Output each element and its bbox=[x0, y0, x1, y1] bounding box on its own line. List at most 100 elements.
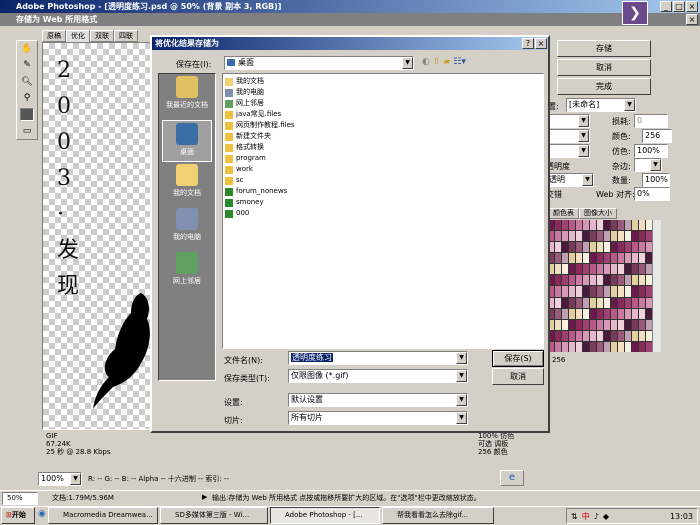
color-swatch[interactable] bbox=[618, 253, 624, 264]
tab-2up[interactable]: 双联 bbox=[90, 30, 114, 42]
color-swatch[interactable] bbox=[555, 297, 561, 308]
dither-field[interactable]: 100% bbox=[634, 144, 668, 158]
app-maximize-button[interactable]: □ bbox=[673, 1, 685, 12]
dialog-save-button[interactable]: 保存(S) bbox=[492, 350, 544, 367]
color-swatch[interactable] bbox=[611, 341, 617, 352]
color-swatch[interactable] bbox=[611, 330, 617, 341]
color-swatch[interactable] bbox=[597, 330, 603, 341]
color-swatch[interactable] bbox=[590, 341, 596, 352]
color-swatch[interactable] bbox=[555, 319, 561, 330]
color-swatch[interactable] bbox=[555, 308, 561, 319]
color-swatch[interactable] bbox=[555, 286, 561, 297]
color-swatch[interactable] bbox=[583, 308, 589, 319]
color-swatch[interactable] bbox=[590, 319, 596, 330]
color-swatch[interactable] bbox=[625, 231, 631, 242]
tab-image-size[interactable]: 图像大小 bbox=[579, 208, 617, 219]
status-zoom[interactable]: 50% bbox=[2, 492, 38, 505]
color-swatch[interactable] bbox=[555, 253, 561, 264]
color-swatch[interactable] bbox=[569, 308, 575, 319]
color-swatch[interactable] bbox=[632, 264, 638, 275]
color-swatch[interactable] bbox=[576, 330, 582, 341]
color-swatch[interactable] bbox=[555, 264, 561, 275]
color-swatch[interactable] bbox=[639, 231, 645, 242]
settings-select[interactable]: [未命名] ▼ bbox=[566, 98, 636, 112]
lossy-field[interactable]: 0 bbox=[634, 114, 668, 128]
color-swatch[interactable] bbox=[639, 286, 645, 297]
taskbar-item-photoshop[interactable]: Adobe Photoshop - [... bbox=[270, 507, 380, 524]
new-folder-icon[interactable]: ▰ bbox=[443, 56, 450, 68]
filetype-select[interactable]: 仅限图像 (*.gif) ▼ bbox=[288, 369, 468, 383]
color-swatch[interactable] bbox=[611, 220, 617, 231]
color-swatch[interactable] bbox=[639, 253, 645, 264]
color-swatch[interactable] bbox=[639, 264, 645, 275]
file-list-item[interactable]: program bbox=[225, 153, 541, 164]
color-swatch[interactable] bbox=[618, 264, 624, 275]
tab-color-table[interactable]: 颜色表 bbox=[548, 208, 579, 219]
color-swatch[interactable] bbox=[625, 319, 631, 330]
place-4[interactable]: 网上邻居 bbox=[162, 252, 212, 294]
color-swatch[interactable] bbox=[611, 242, 617, 253]
color-swatch[interactable] bbox=[632, 220, 638, 231]
color-swatch[interactable] bbox=[569, 220, 575, 231]
color-swatch[interactable] bbox=[632, 231, 638, 242]
color-swatch[interactable] bbox=[625, 330, 631, 341]
color-swatch[interactable] bbox=[625, 242, 631, 253]
color-swatch[interactable] bbox=[625, 297, 631, 308]
color-swatch[interactable] bbox=[576, 341, 582, 352]
color-swatch[interactable] bbox=[618, 220, 624, 231]
app-minimize-button[interactable]: _ bbox=[660, 1, 672, 12]
file-list-item[interactable]: java常见.files bbox=[225, 109, 541, 120]
color-swatch[interactable] bbox=[555, 242, 561, 253]
color-swatch[interactable] bbox=[632, 242, 638, 253]
color-swatch[interactable] bbox=[604, 319, 610, 330]
color-swatch[interactable] bbox=[625, 275, 631, 286]
color-swatch[interactable] bbox=[590, 242, 596, 253]
color-swatch[interactable] bbox=[632, 319, 638, 330]
color-swatch[interactable] bbox=[555, 341, 561, 352]
color-swatch[interactable] bbox=[604, 264, 610, 275]
color-swatch[interactable] bbox=[611, 275, 617, 286]
done-button[interactable]: 完成 bbox=[557, 78, 651, 95]
color-swatch[interactable] bbox=[569, 319, 575, 330]
color-swatch[interactable] bbox=[632, 275, 638, 286]
file-list-item[interactable]: smoney bbox=[225, 197, 541, 208]
zoom-select[interactable]: 100% ▼ bbox=[38, 472, 82, 486]
color-swatch[interactable] bbox=[569, 264, 575, 275]
color-swatch[interactable] bbox=[562, 242, 568, 253]
color-swatch[interactable] bbox=[583, 275, 589, 286]
color-swatch[interactable] bbox=[639, 242, 645, 253]
color-swatch[interactable] bbox=[604, 242, 610, 253]
color-swatch[interactable] bbox=[583, 286, 589, 297]
color-swatch[interactable] bbox=[590, 253, 596, 264]
sfw-close-button[interactable]: × bbox=[686, 14, 698, 25]
color-swatch[interactable] bbox=[604, 330, 610, 341]
amount-field[interactable]: 100% bbox=[642, 173, 670, 187]
color-swatch[interactable] bbox=[611, 253, 617, 264]
tab-4up[interactable]: 四联 bbox=[114, 30, 138, 42]
matte-select[interactable]: ▼ bbox=[634, 158, 662, 172]
color-swatch[interactable] bbox=[632, 286, 638, 297]
color-swatch[interactable] bbox=[562, 275, 568, 286]
color-swatch[interactable] bbox=[590, 275, 596, 286]
color-swatch[interactable] bbox=[590, 297, 596, 308]
tab-original[interactable]: 原稿 bbox=[42, 30, 66, 42]
volume-icon[interactable]: ♪ bbox=[594, 512, 599, 521]
color-swatch[interactable] bbox=[618, 308, 624, 319]
color-swatch[interactable] bbox=[590, 264, 596, 275]
color-swatch[interactable] bbox=[562, 330, 568, 341]
color-swatch[interactable] bbox=[562, 264, 568, 275]
color-swatch[interactable] bbox=[625, 286, 631, 297]
taskbar-item-dreamweaver[interactable]: Macromedia Dreamwea... bbox=[48, 507, 158, 524]
color-swatch[interactable] bbox=[611, 231, 617, 242]
image-canvas[interactable]: 2003·发现 bbox=[42, 42, 152, 430]
file-list-item[interactable]: work bbox=[225, 164, 541, 175]
eyedropper-tool-icon[interactable]: ⚲ bbox=[20, 92, 34, 104]
color-swatch[interactable] bbox=[604, 220, 610, 231]
color-swatch[interactable] bbox=[618, 330, 624, 341]
color-swatch[interactable] bbox=[618, 275, 624, 286]
color-swatch[interactable] bbox=[604, 231, 610, 242]
file-list-item[interactable]: 我的电脑 bbox=[225, 87, 541, 98]
color-swatch[interactable] bbox=[597, 220, 603, 231]
color-swatch[interactable] bbox=[604, 275, 610, 286]
format-select[interactable]: ▼ bbox=[546, 114, 590, 128]
